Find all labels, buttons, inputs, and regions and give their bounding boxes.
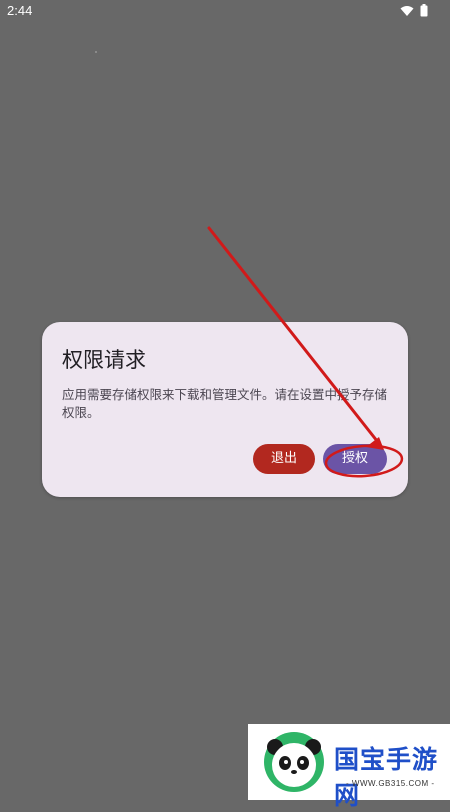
scrim-speck: [95, 51, 97, 53]
dialog-title: 权限请求: [62, 348, 146, 372]
watermark-title: 国宝手游网: [334, 745, 439, 810]
dialog-message: 应用需要存储权限来下载和管理文件。请在设置中授予存储权限。: [62, 387, 388, 420]
watermark: 国宝手游网 - WWW.GB315.COM -: [248, 724, 450, 810]
status-bar: 2:44: [0, 0, 450, 22]
permission-dialog: 权限请求 应用需要存储权限来下载和管理文件。请在设置中授予存储权限。 退出 授权: [42, 322, 408, 497]
exit-button[interactable]: 退出: [253, 444, 315, 474]
watermark-url: - WWW.GB315.COM -: [346, 779, 435, 788]
panda-logo-icon: [262, 730, 326, 798]
status-icons: [400, 4, 428, 17]
battery-icon: [420, 4, 428, 17]
status-time: 2:44: [7, 3, 33, 18]
wifi-icon: [400, 5, 414, 17]
grant-button[interactable]: 授权: [323, 444, 387, 474]
